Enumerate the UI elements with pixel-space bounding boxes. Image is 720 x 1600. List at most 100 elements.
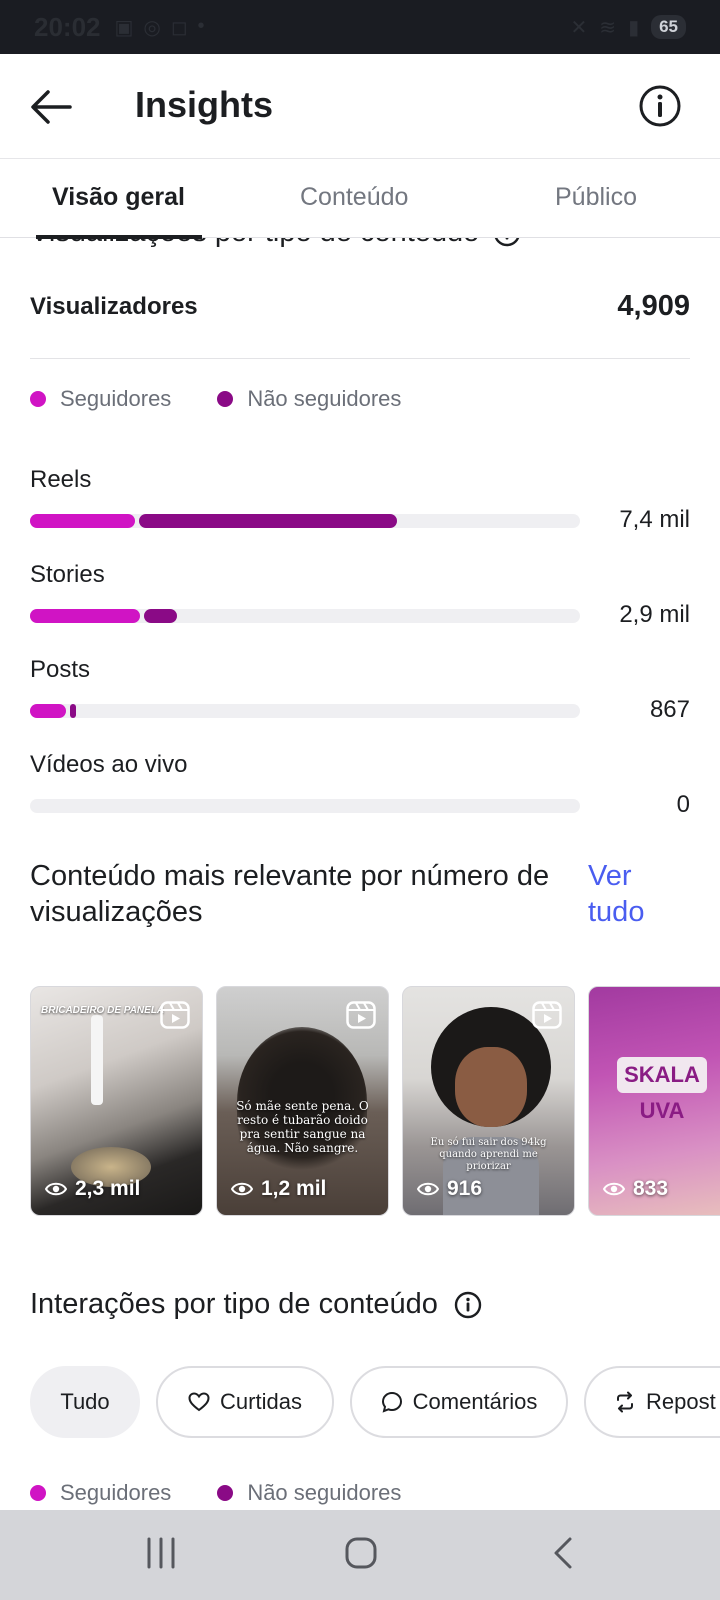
views-count: 916 (447, 1177, 483, 1200)
chip-likes[interactable]: Curtidas (156, 1366, 334, 1438)
mute-icon: ✕ (570, 16, 588, 39)
bar-track (30, 609, 580, 623)
legend-followers: Seguidores (30, 386, 171, 412)
followers-dot (30, 1485, 46, 1501)
tab-content[interactable]: Conteúdo (300, 183, 408, 212)
eye-icon (231, 1182, 253, 1196)
bar-track (30, 704, 580, 718)
nonfollowers-dot (217, 391, 234, 407)
views-count: 2,3 mil (75, 1177, 141, 1200)
thumbnail-caption: Eu só fui sair dos 94kg quando aprendi m… (430, 1137, 547, 1172)
face-shape (455, 1047, 527, 1127)
recent-apps-icon[interactable] (145, 1536, 177, 1570)
chip-label: Comentários (412, 1389, 538, 1414)
thumbnail-views: 916 (417, 1177, 482, 1201)
views-count: 833 (633, 1177, 669, 1200)
tab-overview[interactable]: Visão geral (52, 183, 185, 212)
page-title: Insights (135, 84, 274, 125)
tab-audience[interactable]: Público (555, 183, 637, 212)
thumbnail-caption: BRICADEIRO DE PANELA (41, 1005, 165, 1016)
nonfollowers-dot (217, 1485, 234, 1501)
screenshot-icon: ▣ (114, 16, 134, 39)
status-time: 20:02 (34, 11, 101, 42)
info-icon[interactable] (454, 1291, 482, 1319)
thumbnail-views: 833 (603, 1177, 668, 1201)
divider (30, 358, 690, 359)
interactions-legend: Seguidores Não seguidores (30, 1480, 447, 1506)
info-icon[interactable] (493, 238, 521, 247)
instagram-icon: ◻ (170, 16, 188, 39)
back-nav-icon[interactable] (550, 1536, 576, 1570)
views-section-heading: Visualizações por tipo de conteúdo (30, 238, 521, 249)
legend-followers-label: Seguidores (60, 1480, 172, 1505)
home-icon[interactable] (344, 1536, 378, 1570)
viewers-row: Visualizadores 4,909 (30, 290, 690, 323)
chip-all[interactable]: Tudo (30, 1366, 140, 1438)
legend-followers-label: Seguidores (60, 386, 172, 411)
thumbnail-views: 2,3 mil (45, 1177, 140, 1201)
content-thumbnail[interactable]: BRICADEIRO DE PANELA 2,3 mil (30, 986, 203, 1216)
insights-content[interactable]: Visualizações por tipo de conteúdo Visua… (0, 238, 720, 1510)
status-bar: 20:02 ▣ ◎ ◻ • ✕ ≋ ▮ 65 (0, 0, 720, 54)
system-nav-bar (0, 1510, 720, 1600)
chip-comments[interactable]: Comentários (350, 1366, 568, 1438)
bar-row-live-videos: Vídeos ao vivo 0 (30, 751, 690, 818)
thumbnail-views: 1,2 mil (231, 1177, 326, 1201)
viewers-value: 4,909 (617, 290, 690, 322)
followers-segment (30, 514, 135, 528)
bar-label: Stories (30, 561, 105, 588)
content-thumbnail[interactable]: Eu só fui sair dos 94kg quando aprendi m… (402, 986, 575, 1216)
nonfollowers-segment (138, 514, 397, 528)
chip-label: Curtidas (220, 1389, 302, 1414)
info-icon[interactable] (638, 84, 682, 128)
bar-value: 7,4 mil (619, 506, 690, 533)
bar-label: Vídeos ao vivo (30, 751, 188, 778)
see-all-link[interactable]: Ver tudo (588, 858, 678, 930)
bar-label: Posts (30, 656, 91, 683)
bar-label: Reels (30, 466, 92, 493)
eye-icon (45, 1182, 67, 1196)
reels-icon (532, 1001, 562, 1029)
battery-level: 65 (659, 17, 678, 36)
heart-icon (188, 1392, 210, 1412)
followers-dot (30, 391, 46, 407)
battery-indicator: 65 (651, 15, 686, 39)
followers-segment (30, 609, 140, 623)
interactions-heading-text: Interações por tipo de conteúdo (30, 1288, 438, 1320)
bar-value: 2,9 mil (619, 601, 690, 628)
bar-row-stories: Stories 2,9 mil (30, 561, 690, 628)
cabinet-handle-shape (91, 1015, 103, 1105)
bar-track (30, 799, 580, 813)
nonfollowers-segment (144, 609, 177, 623)
wifi-icon: ≋ (599, 16, 617, 39)
legend-nonfollowers-label: Não seguidores (247, 1480, 402, 1505)
content-thumbnail[interactable]: SKALA UVA 833 (588, 986, 720, 1216)
thumbnail-caption: Só mãe sente pena. O resto é tubarão doi… (236, 1099, 369, 1155)
top-content-carousel[interactable]: BRICADEIRO DE PANELA 2,3 mil Só mãe sent… (30, 986, 720, 1216)
reels-icon (346, 1001, 376, 1029)
views-heading-text: Visualizações por tipo de conteúdo (30, 238, 479, 249)
chip-label: Tudo (60, 1389, 110, 1414)
bar-row-reels: Reels 7,4 mil (30, 466, 690, 533)
back-arrow-icon[interactable] (28, 84, 74, 130)
views-legend: Seguidores Não seguidores (30, 386, 447, 412)
legend-nonfollowers: Não seguidores (217, 1480, 401, 1506)
bar-value: 867 (649, 696, 690, 723)
product-label: SKALA UVA (617, 1057, 707, 1123)
interactions-section-heading: Interações por tipo de conteúdo (30, 1288, 482, 1321)
views-count: 1,2 mil (261, 1177, 327, 1200)
nonfollowers-segment (69, 704, 77, 718)
legend-followers: Seguidores (30, 1480, 171, 1506)
active-tab-indicator (36, 235, 202, 239)
tab-bar: Visão geral Conteúdo Público (0, 158, 720, 239)
signal-icon: ▮ (628, 16, 640, 39)
chip-label: Repost (646, 1389, 716, 1414)
chip-reposts[interactable]: Repost (584, 1366, 720, 1438)
bar-value: 0 (676, 791, 690, 818)
bar-row-posts: Posts 867 (30, 656, 690, 723)
content-thumbnail[interactable]: Só mãe sente pena. O resto é tubarão doi… (216, 986, 389, 1216)
interaction-filter-chips: Tudo Curtidas Comentários Repost (30, 1366, 720, 1438)
whatsapp-icon: ◎ (143, 16, 161, 39)
reels-icon (160, 1001, 190, 1029)
comment-icon (381, 1391, 402, 1413)
